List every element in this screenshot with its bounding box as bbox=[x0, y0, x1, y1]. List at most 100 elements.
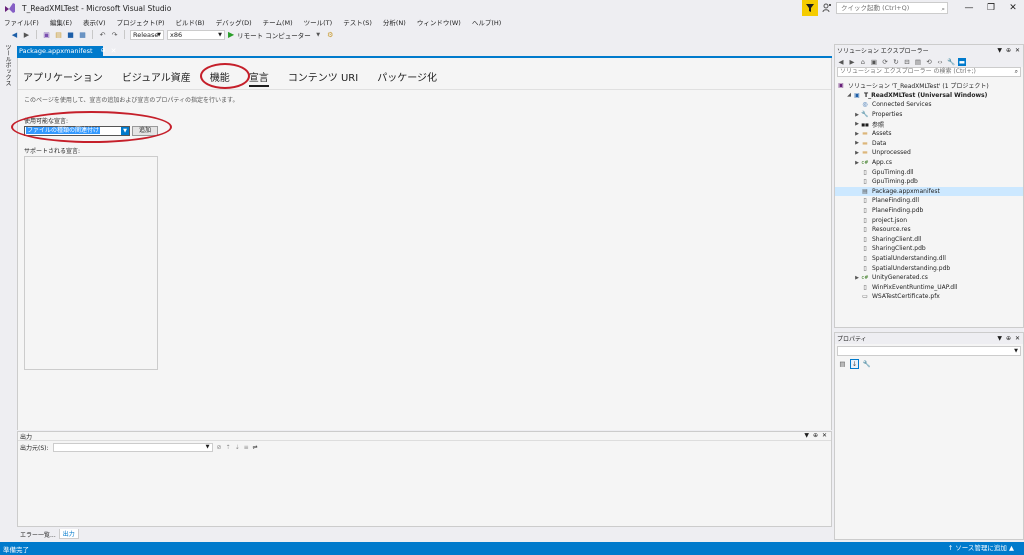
switch-views-icon[interactable]: ▣ bbox=[870, 58, 878, 66]
window-position-icon[interactable]: ▼ bbox=[997, 335, 1002, 342]
menu-file[interactable]: ファイル(F) bbox=[4, 17, 39, 27]
expand-arrow-icon[interactable]: ▶ bbox=[853, 140, 861, 146]
tab-error-list[interactable]: エラー一覧... bbox=[17, 530, 59, 539]
clear-all-icon[interactable]: ≡ bbox=[244, 444, 249, 451]
expand-arrow-icon[interactable]: ▶ bbox=[853, 160, 861, 166]
menu-tools[interactable]: ツール(T) bbox=[304, 17, 333, 27]
menu-window[interactable]: ウィンドウ(W) bbox=[417, 17, 461, 27]
tree-item[interactable]: ▯ SpatialUnderstanding.dll bbox=[835, 254, 1023, 264]
sync-icon[interactable]: ↻ bbox=[892, 58, 900, 66]
add-to-source-control-button[interactable]: ↑ ソース管理に追加 ▲ bbox=[948, 542, 1014, 555]
open-file-icon[interactable]: ▤ bbox=[54, 30, 63, 39]
close-panel-icon[interactable]: ✕ bbox=[822, 432, 827, 439]
new-project-icon[interactable]: ▣ bbox=[42, 30, 51, 39]
tab-visual-assets[interactable]: ビジュアル資産 bbox=[122, 69, 191, 84]
extensions-icon[interactable]: ⚙ bbox=[326, 30, 335, 39]
menu-help[interactable]: ヘルプ(H) bbox=[472, 17, 501, 27]
forward-icon[interactable]: ▶ bbox=[848, 58, 856, 66]
back-icon[interactable]: ◀ bbox=[10, 30, 19, 39]
next-message-icon[interactable]: ⇣ bbox=[235, 444, 240, 451]
menu-debug[interactable]: デバッグ(D) bbox=[216, 17, 252, 27]
output-source-dropdown[interactable]: ▼ bbox=[52, 442, 213, 452]
platform-dropdown[interactable]: x86 ▼ bbox=[167, 29, 225, 40]
tree-item[interactable]: ▶ ▬ Unprocessed bbox=[835, 148, 1023, 158]
menu-test[interactable]: テスト(S) bbox=[343, 17, 372, 27]
expand-arrow-icon[interactable]: ▶ bbox=[853, 275, 861, 281]
word-wrap-icon[interactable]: ⇌ bbox=[253, 444, 258, 451]
preview-selected-icon[interactable]: ▬ bbox=[958, 57, 966, 66]
tree-item[interactable]: ▯ Resource.res bbox=[835, 225, 1023, 235]
tree-item[interactable]: ▶ ▬ Data bbox=[835, 139, 1023, 149]
supported-declarations-list[interactable] bbox=[24, 156, 158, 370]
previous-message-icon[interactable]: ⇡ bbox=[226, 444, 231, 451]
tree-item[interactable]: ▯ GpuTiming.dll bbox=[835, 167, 1023, 177]
chevron-down-icon[interactable]: ▼ bbox=[314, 30, 323, 39]
expand-arrow-icon[interactable]: ▶ bbox=[853, 112, 861, 118]
close-panel-icon[interactable]: ✕ bbox=[1015, 335, 1020, 342]
expand-arrow-icon[interactable]: ◢ bbox=[845, 92, 853, 98]
tree-item[interactable]: ▯ SpatialUnderstanding.pdb bbox=[835, 263, 1023, 273]
configuration-dropdown[interactable]: Release ▼ bbox=[130, 29, 164, 40]
window-position-icon[interactable]: ▼ bbox=[804, 432, 809, 439]
expand-arrow-icon[interactable]: ▶ bbox=[853, 121, 861, 127]
pin-icon[interactable]: ⊕ bbox=[1006, 335, 1011, 342]
menu-edit[interactable]: 編集(E) bbox=[50, 17, 72, 27]
tree-item[interactable]: ▤ Package.appxmanifest bbox=[835, 186, 1023, 197]
close-panel-icon[interactable]: ✕ bbox=[1015, 47, 1020, 54]
close-button[interactable]: ✕ bbox=[1002, 0, 1024, 16]
tree-item[interactable]: ▯ WinPixEventRuntime_UAP.dll bbox=[835, 282, 1023, 292]
expand-arrow-icon[interactable]: ▶ bbox=[853, 150, 861, 156]
properties-icon[interactable]: 🔧 bbox=[947, 58, 955, 66]
home-icon[interactable]: ⌂ bbox=[859, 58, 867, 66]
tab-packaging[interactable]: パッケージ化 bbox=[377, 69, 437, 84]
menu-analyze[interactable]: 分析(N) bbox=[383, 17, 406, 27]
tree-item[interactable]: ▯ GpuTiming.pdb bbox=[835, 177, 1023, 187]
pending-changes-icon[interactable]: ⟳ bbox=[881, 58, 889, 66]
alphabetical-icon[interactable]: ↓ bbox=[850, 358, 859, 369]
pin-icon[interactable]: ⊕ bbox=[101, 46, 106, 56]
tree-item[interactable]: ▶ ■■ 参照 bbox=[835, 119, 1023, 129]
solution-explorer-search-input[interactable]: ソリューション エクスプローラー の検索 (Ctrl+;) ⌕ bbox=[837, 67, 1021, 77]
undo-icon[interactable]: ↶ bbox=[98, 30, 107, 39]
window-position-icon[interactable]: ▼ bbox=[997, 47, 1002, 54]
property-pages-icon[interactable]: 🔧 bbox=[862, 360, 871, 368]
collapse-all-icon[interactable]: ⊟ bbox=[903, 58, 911, 66]
tree-item[interactable]: ▭ WSATestCertificate.pfx bbox=[835, 292, 1023, 302]
properties-object-dropdown[interactable]: ▼ bbox=[837, 346, 1021, 356]
tab-content-uris[interactable]: コンテンツ URI bbox=[288, 69, 358, 84]
tree-item[interactable]: ▯ project.json bbox=[835, 215, 1023, 225]
toolbox-tab[interactable]: ツールボックス bbox=[3, 44, 12, 86]
tree-item[interactable]: ▯ PlaneFinding.pdb bbox=[835, 206, 1023, 216]
view-code-icon[interactable]: ‹› bbox=[936, 58, 944, 66]
tree-item[interactable]: ▶ c# App.cs bbox=[835, 158, 1023, 168]
tree-item[interactable]: ▶ ▬ Assets bbox=[835, 129, 1023, 139]
tree-item[interactable]: ▶ 🔧 Properties bbox=[835, 110, 1023, 120]
tree-item[interactable]: ▯ SharingClient.dll bbox=[835, 235, 1023, 245]
menu-team[interactable]: チーム(M) bbox=[263, 17, 293, 27]
redo-icon[interactable]: ↷ bbox=[110, 30, 119, 39]
tab-output[interactable]: 出力 bbox=[58, 529, 79, 539]
find-message-icon[interactable]: ⊘ bbox=[217, 444, 222, 451]
expand-arrow-icon[interactable]: ▶ bbox=[853, 131, 861, 137]
tree-project-node[interactable]: ◢ ▣ T_ReadXMLTest (Universal Windows) bbox=[835, 91, 1023, 101]
tree-item[interactable]: ◎ Connected Services bbox=[835, 100, 1023, 110]
refresh-icon[interactable]: ⟲ bbox=[925, 58, 933, 66]
pin-icon[interactable]: ⊕ bbox=[813, 432, 818, 439]
minimize-button[interactable]: — bbox=[958, 0, 980, 16]
tree-solution-node[interactable]: ▣ ソリューション 'T_ReadXMLTest' (1 プロジェクト) bbox=[835, 81, 1023, 91]
tab-application[interactable]: アプリケーション bbox=[23, 69, 103, 84]
save-icon[interactable]: ■ bbox=[66, 30, 75, 39]
menu-view[interactable]: 表示(V) bbox=[83, 17, 106, 27]
save-all-icon[interactable]: ▦ bbox=[78, 30, 87, 39]
show-all-files-icon[interactable]: ▤ bbox=[914, 58, 922, 66]
forward-icon[interactable]: ▶ bbox=[22, 30, 31, 39]
tree-item[interactable]: ▯ PlaneFinding.dll bbox=[835, 196, 1023, 206]
tree-item[interactable]: ▶ c# UnityGenerated.cs bbox=[835, 273, 1023, 283]
tree-item[interactable]: ▯ SharingClient.pdb bbox=[835, 244, 1023, 254]
pin-icon[interactable]: ⊕ bbox=[1006, 47, 1011, 54]
document-tab-package-appxmanifest[interactable]: Package.appxmanifest ⊕ ✕ bbox=[17, 46, 116, 56]
menu-build[interactable]: ビルド(B) bbox=[176, 17, 205, 27]
back-icon[interactable]: ◀ bbox=[837, 58, 845, 66]
start-debug-icon[interactable]: ▶ bbox=[228, 30, 234, 39]
tab-declarations[interactable]: 宣言 bbox=[248, 69, 269, 87]
